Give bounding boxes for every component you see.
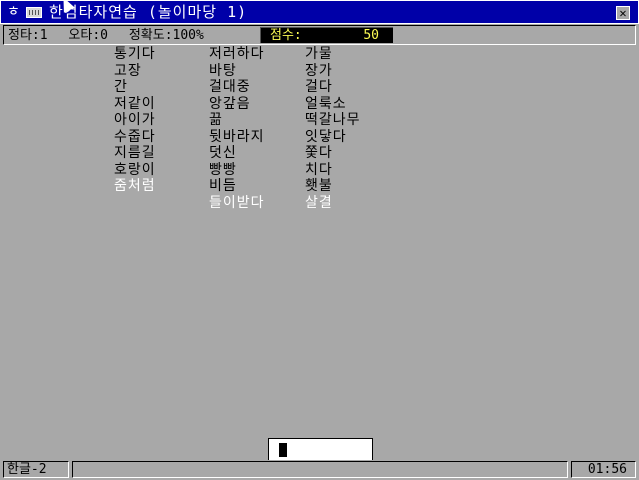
word-item: 비듬 (209, 178, 237, 194)
score-value: 50 (363, 28, 379, 43)
stats-bar: 정타:1 오타:0 정확도:100% 점수: 50 (3, 25, 636, 45)
word-item: 떡갈나무 (305, 112, 361, 128)
word-item: 걸대중 (209, 79, 251, 95)
word-item: 살결 (305, 194, 333, 211)
word-item: 저러하다 (209, 46, 265, 62)
correct-count: 정타:1 (8, 28, 48, 43)
word-column-2: 저러하다 바탕 걸대중 앙갚음 끎 뒷바라지 덧신 빵빵 비듬 들이받다 (209, 46, 304, 211)
word-item: 얼룩소 (305, 95, 347, 112)
word-item: 통기다 (114, 46, 156, 62)
clock: 01:56 (571, 461, 636, 478)
score-label: 점수: (270, 28, 302, 43)
word-item: 지름길 (114, 145, 156, 161)
close-button[interactable]: ✕ (616, 6, 630, 20)
word-item: 저같이 (114, 95, 156, 112)
message-field (72, 461, 568, 478)
word-area: 통기다 고장 간 저같이 아이가 수줍다 지름길 호랑이 줌처럼 저러하다 바탕 걸대중 앙갚음 끎 뒷바… (0, 46, 639, 436)
word-item: 잇닿다 (305, 128, 347, 145)
word-item: 빵빵 (209, 161, 237, 178)
title-bar: ㅎ 한컴타자연습 (놀이마당 1) ✕ (0, 0, 639, 24)
accuracy: 정확도:100% (128, 28, 204, 43)
word-item: 아이가 (114, 112, 156, 128)
wrong-count: 오타:0 (68, 28, 108, 43)
word-item: 치다 (305, 161, 333, 178)
word-item: 장가 (305, 62, 333, 79)
text-cursor (279, 443, 287, 457)
typing-input[interactable] (268, 438, 373, 461)
word-column-3: 가물 장가 걸다 얼룩소 떡갈나무 잇닿다 쫓다 치다 횃불 살결 (305, 46, 400, 211)
window-title: 한컴타자연습 (놀이마당 1) (49, 3, 248, 21)
word-item: 간 (114, 79, 128, 95)
word-item: 쫓다 (305, 145, 333, 161)
word-item: 가물 (305, 46, 333, 62)
word-item: 줌처럼 (114, 178, 156, 194)
word-item: 횃불 (305, 178, 333, 194)
word-item: 덧신 (209, 145, 237, 161)
input-mode-indicator[interactable]: 한글-2 (3, 461, 69, 478)
word-item: 앙갚음 (209, 95, 251, 112)
bottom-status-bar: 한글-2 01:56 (0, 460, 639, 480)
word-item: 바탕 (209, 62, 237, 79)
score-panel: 점수: 50 (260, 27, 393, 43)
word-item: 들이받다 (209, 194, 265, 211)
word-item: 뒷바라지 (209, 128, 265, 145)
word-item: 수줍다 (114, 128, 156, 145)
stats-group: 정타:1 오타:0 정확도:100% (8, 28, 258, 43)
word-item: 고장 (114, 62, 142, 79)
system-menu-icon[interactable]: ㅎ (7, 4, 25, 20)
word-column-1: 통기다 고장 간 저같이 아이가 수줍다 지름길 호랑이 줌처럼 (114, 46, 209, 195)
word-item: 호랑이 (114, 161, 156, 178)
word-item: 걸다 (305, 79, 333, 95)
keyboard-icon (26, 7, 42, 18)
word-item: 끎 (209, 112, 223, 128)
